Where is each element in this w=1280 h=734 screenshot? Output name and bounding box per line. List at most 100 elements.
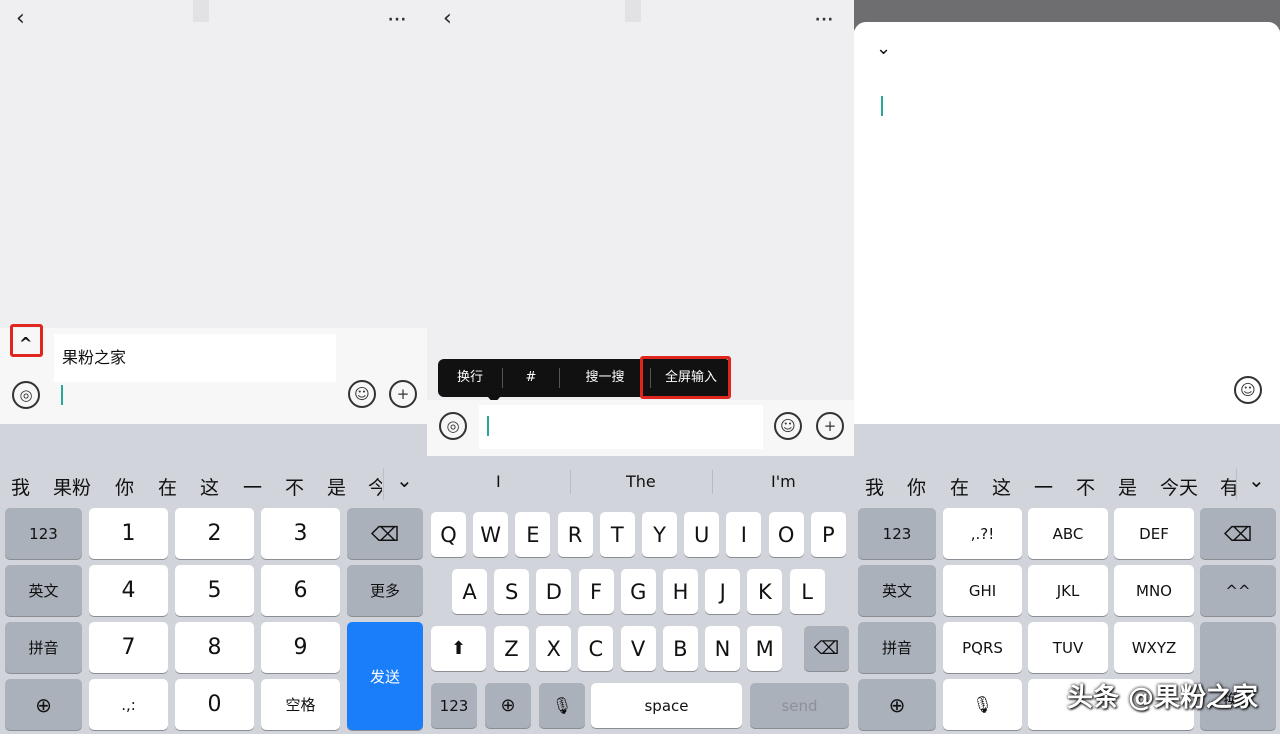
key-mno[interactable]: MNO <box>1114 565 1194 616</box>
more-icon[interactable]: ··· <box>388 12 407 28</box>
key-9[interactable]: 9 <box>261 622 340 673</box>
menu-item-search[interactable]: 搜一搜 <box>560 359 650 397</box>
candidate[interactable]: 我 <box>11 473 30 500</box>
key-7[interactable]: 7 <box>89 622 168 673</box>
send-button[interactable]: 发送 <box>347 622 423 730</box>
key-123[interactable]: 123 <box>5 508 82 559</box>
key-k[interactable]: K <box>747 569 783 614</box>
key-m[interactable]: M <box>747 626 783 671</box>
candidate[interactable]: 是 <box>1118 473 1137 500</box>
key-x[interactable]: X <box>536 626 572 671</box>
key-0[interactable]: 0 <box>175 679 254 730</box>
microphone-icon[interactable]: 🎙 <box>539 683 585 728</box>
key-q[interactable]: Q <box>431 512 466 557</box>
candidate[interactable]: 不 <box>1076 473 1095 500</box>
key-e[interactable]: E <box>515 512 551 557</box>
candidate[interactable]: 一 <box>1034 473 1053 500</box>
expand-icon[interactable]: ^ <box>19 334 32 353</box>
key-jkl[interactable]: JKL <box>1028 565 1108 616</box>
key-english[interactable]: 英文 <box>5 565 82 616</box>
candidate[interactable]: 今 <box>368 473 382 500</box>
key-z[interactable]: Z <box>494 626 529 671</box>
key-space[interactable]: 空格 <box>261 679 340 730</box>
globe-icon[interactable]: ⊕ <box>858 679 936 730</box>
candidate[interactable]: 在 <box>950 473 969 500</box>
more-icon[interactable]: ··· <box>815 12 834 28</box>
key-english[interactable]: 英文 <box>858 565 936 616</box>
key-123[interactable]: 123 <box>858 508 936 559</box>
key-j[interactable]: J <box>705 569 741 614</box>
key-v[interactable]: V <box>620 626 656 671</box>
key-t[interactable]: T <box>599 512 635 557</box>
candidate[interactable]: 不 <box>285 473 304 500</box>
key-f[interactable]: F <box>578 569 614 614</box>
globe-icon[interactable]: ⊕ <box>5 679 82 730</box>
key-5[interactable]: 5 <box>175 565 254 616</box>
backspace-icon[interactable]: ⌫ <box>1200 508 1276 559</box>
plus-icon[interactable]: + <box>816 412 844 440</box>
candidate[interactable]: 你 <box>907 473 926 500</box>
key-g[interactable]: G <box>620 569 656 614</box>
emoji-icon[interactable]: ☺ <box>348 380 376 408</box>
candidate[interactable]: 在 <box>158 473 177 500</box>
candidate[interactable]: 果粉 <box>53 473 91 500</box>
emoji-icon[interactable]: ☺ <box>774 412 802 440</box>
emoticon-key[interactable]: ^^ <box>1200 565 1276 616</box>
key-y[interactable]: Y <box>642 512 677 557</box>
key-1[interactable]: 1 <box>89 508 168 559</box>
candidate[interactable]: 我 <box>865 473 884 500</box>
candidate[interactable]: I <box>496 472 501 491</box>
key-o[interactable]: O <box>768 512 804 557</box>
backspace-icon[interactable]: ⌫ <box>347 508 423 559</box>
key-8[interactable]: 8 <box>175 622 254 673</box>
key-pinyin[interactable]: 拼音 <box>5 622 82 673</box>
key-s[interactable]: S <box>494 569 530 614</box>
candidate[interactable]: 这 <box>992 473 1011 500</box>
candidate[interactable]: I'm <box>771 472 796 491</box>
menu-item-newline[interactable]: 换行 <box>438 359 502 397</box>
key-def[interactable]: DEF <box>1114 508 1194 559</box>
key-ghi[interactable]: GHI <box>943 565 1022 616</box>
key-n[interactable]: N <box>705 626 740 671</box>
shift-icon[interactable]: ⬆ <box>431 626 486 671</box>
key-abc[interactable]: ABC <box>1028 508 1108 559</box>
key-h[interactable]: H <box>663 569 698 614</box>
key-a[interactable]: A <box>452 569 487 614</box>
key-l[interactable]: L <box>789 569 825 614</box>
voice-icon[interactable]: ◎ <box>439 412 467 440</box>
key-space[interactable]: space <box>591 683 742 728</box>
candidate[interactable]: The <box>626 472 656 491</box>
key-w[interactable]: W <box>473 512 509 557</box>
collapse-candidates-icon[interactable]: ⌄ <box>1248 468 1265 492</box>
candidate[interactable]: 是 <box>327 473 346 500</box>
microphone-icon[interactable]: 🎙 <box>943 679 1022 730</box>
key-123[interactable]: 123 <box>431 683 477 728</box>
backspace-icon[interactable]: ⌫ <box>804 626 849 671</box>
key-punctuation[interactable]: ,.?! <box>943 508 1022 559</box>
key-p[interactable]: P <box>810 512 846 557</box>
voice-icon[interactable]: ◎ <box>12 381 40 409</box>
candidate[interactable]: 你 <box>115 473 134 500</box>
fullscreen-editor[interactable]: ⌄ ☺ <box>854 22 1280 424</box>
candidate[interactable]: 今天 <box>1160 473 1198 500</box>
send-button[interactable]: send <box>750 683 849 728</box>
key-4[interactable]: 4 <box>89 565 168 616</box>
key-r[interactable]: R <box>557 512 593 557</box>
emoji-icon[interactable]: ☺ <box>1234 376 1262 404</box>
key-6[interactable]: 6 <box>261 565 340 616</box>
key-punctuation[interactable]: .,: <box>89 679 168 730</box>
menu-item-hash[interactable]: # <box>503 359 559 397</box>
back-icon[interactable]: ‹ <box>443 8 452 30</box>
candidate[interactable]: 一 <box>243 473 262 500</box>
key-2[interactable]: 2 <box>175 508 254 559</box>
candidate[interactable]: 这 <box>200 473 219 500</box>
key-more[interactable]: 更多 <box>347 565 423 616</box>
collapse-icon[interactable]: ⌄ <box>876 38 891 59</box>
back-icon[interactable]: ‹ <box>16 8 25 30</box>
plus-icon[interactable]: + <box>389 380 417 408</box>
candidate[interactable]: 有 <box>1220 473 1236 500</box>
key-c[interactable]: C <box>578 626 614 671</box>
key-tuv[interactable]: TUV <box>1028 622 1108 673</box>
key-u[interactable]: U <box>684 512 720 557</box>
key-b[interactable]: B <box>662 626 698 671</box>
